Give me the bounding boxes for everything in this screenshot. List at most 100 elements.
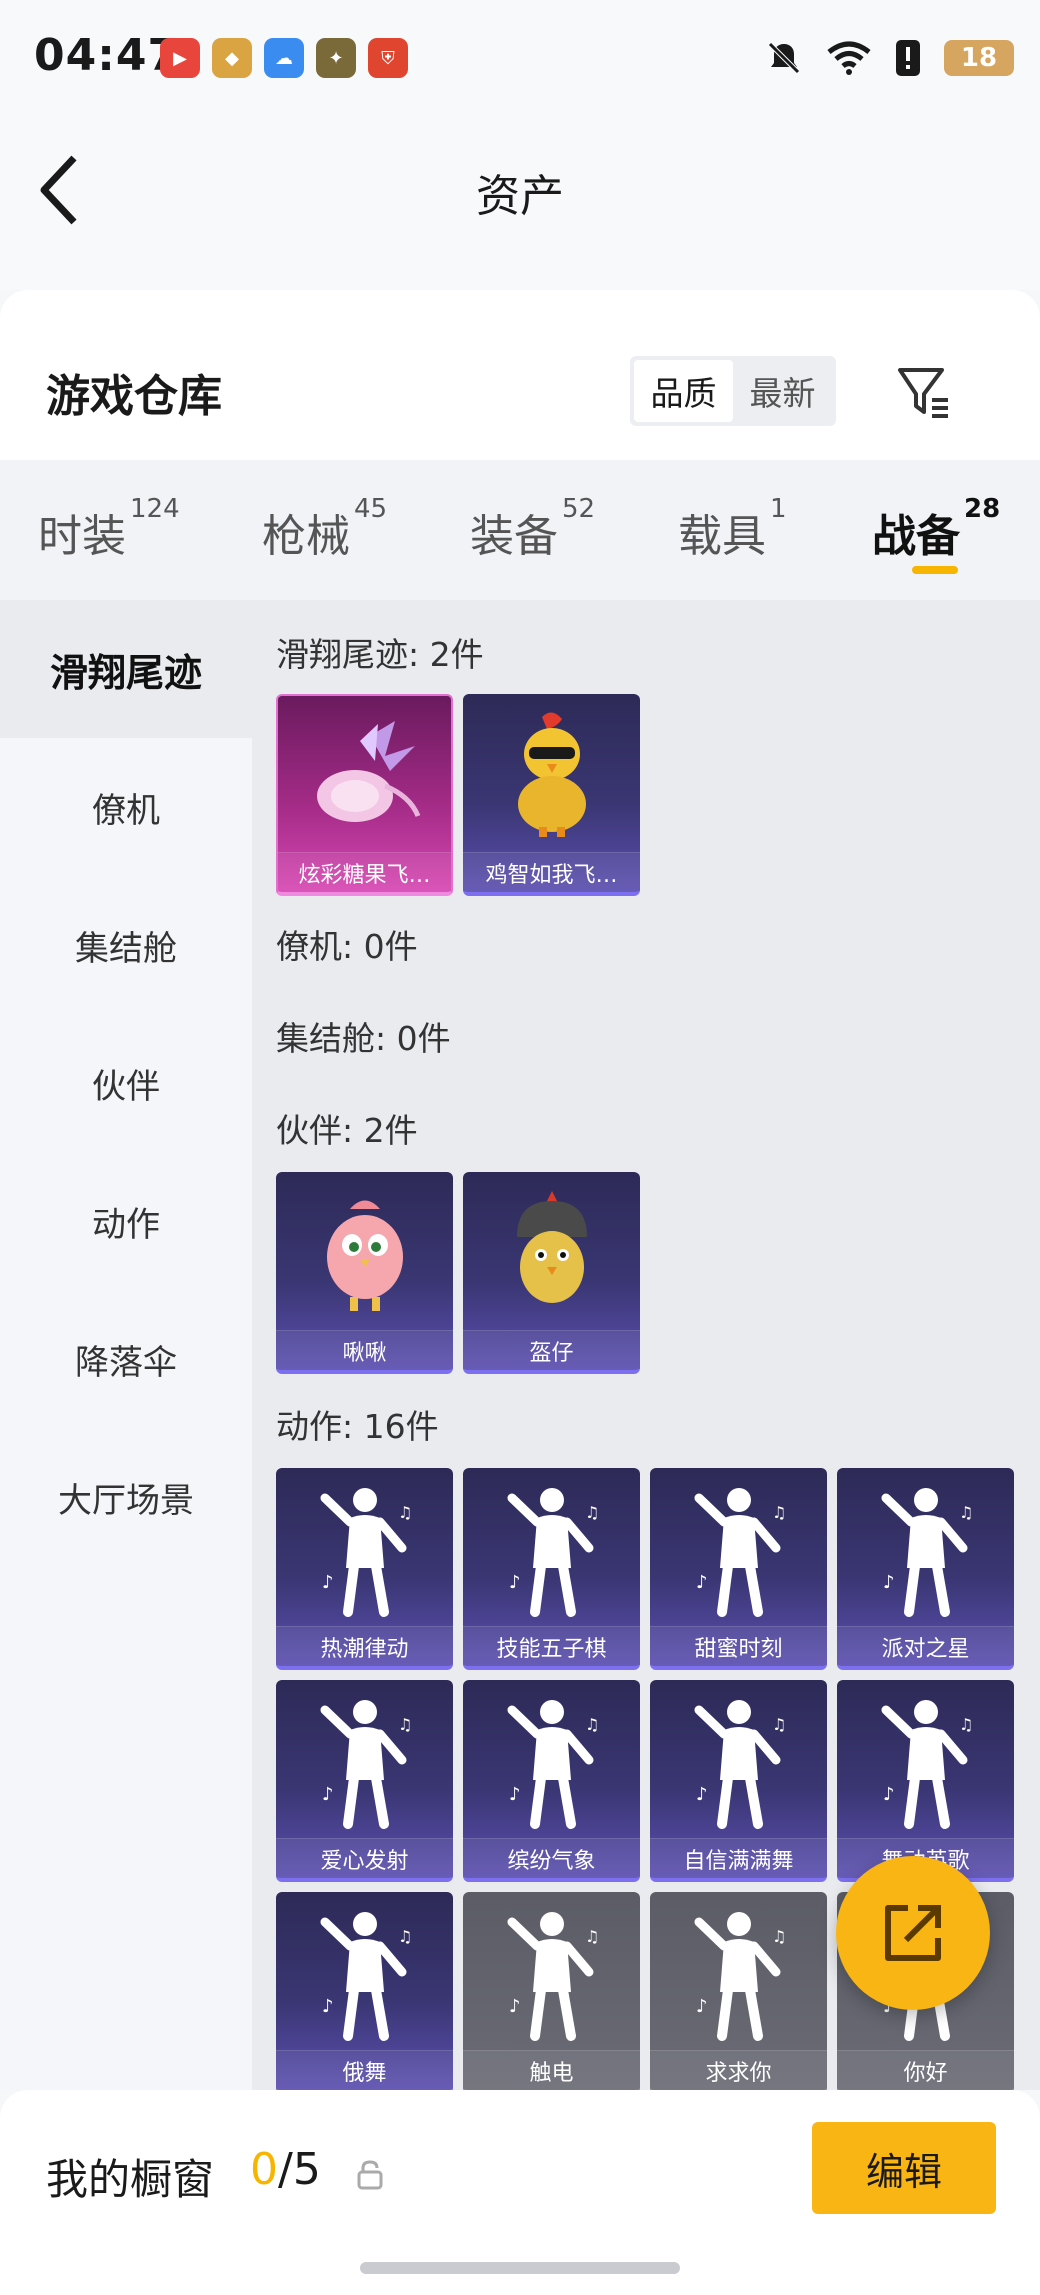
item-card[interactable]: 盔仔 <box>463 1172 640 1374</box>
item-card[interactable]: ♪ ♫ 求求你 <box>650 1892 827 2090</box>
svg-text:♪: ♪ <box>322 1784 334 1805</box>
sidebar-item-wingman[interactable]: 僚机 <box>0 738 252 876</box>
item-card[interactable]: ♪ ♫ 派对之星 <box>837 1468 1014 1670</box>
sort-newest[interactable]: 最新 <box>733 360 832 422</box>
item-card[interactable]: ♪ ♫ 自信满满舞 <box>650 1680 827 1882</box>
home-indicator <box>360 2262 680 2274</box>
tab-equipment[interactable]: 装备52 <box>470 494 595 564</box>
app-header: 资产 <box>0 120 1040 290</box>
status-time: 04:47 <box>34 30 180 81</box>
wifi-icon <box>827 41 871 75</box>
item-name: 热潮律动 <box>276 1626 453 1666</box>
edit-button[interactable]: 编辑 <box>812 2122 996 2214</box>
category-tabs: 时装124 枪械45 装备52 载具1 战备28 <box>0 460 1040 600</box>
svg-text:♪: ♪ <box>509 1784 521 1805</box>
dancer-icon: ♪♫ <box>463 1892 640 2052</box>
dancer-icon: ♪♫ <box>463 1468 640 1628</box>
weather-app-icon: ☁ <box>264 38 304 78</box>
filter-button[interactable] <box>888 356 960 428</box>
item-name: 啾啾 <box>276 1330 453 1370</box>
sort-switch: 品质 最新 <box>630 356 836 426</box>
subcategory-sidebar: 滑翔尾迹 僚机 集结舱 伙伴 动作 降落伞 大厅场景 <box>0 600 252 2090</box>
sort-quality[interactable]: 品质 <box>634 360 733 422</box>
item-name: 爱心发射 <box>276 1838 453 1878</box>
item-card[interactable]: ♪ ♫ 俄舞 <box>276 1892 453 2090</box>
item-name: 派对之星 <box>837 1626 1014 1666</box>
item-card[interactable]: 鸡智如我飞… <box>463 694 640 896</box>
svg-text:♫: ♫ <box>772 1503 786 1522</box>
showcase-label: 我的橱窗 <box>46 2155 215 2204</box>
pubg-app-icon: ✦ <box>316 38 356 78</box>
candy-icon <box>278 696 451 856</box>
dancer-icon: ♪♫ <box>837 1680 1014 1840</box>
game-app-icon: ◆ <box>212 38 252 78</box>
sidebar-item-parachute[interactable]: 降落伞 <box>0 1290 252 1428</box>
dancer-icon: ♪♫ <box>276 1468 453 1628</box>
dancer-icon: ♪♫ <box>463 1680 640 1840</box>
item-card[interactable]: ♪♫舞动英歌 <box>837 1680 1014 1882</box>
lock-icon <box>357 2160 383 2190</box>
item-card[interactable]: ♪ ♫ 触电 <box>463 1892 640 2090</box>
svg-text:♪: ♪ <box>696 1572 708 1593</box>
sidebar-item-emote[interactable]: 动作 <box>0 1152 252 1290</box>
glide-grid: 炫彩糖果飞… 鸡智如我飞… <box>276 694 1036 896</box>
svg-text:♪: ♪ <box>322 1996 334 2017</box>
tab-vehicles[interactable]: 载具1 <box>678 494 787 564</box>
tab-firearms[interactable]: 枪械45 <box>262 494 387 564</box>
partner-grid: 啾啾 盔仔 <box>276 1172 1036 1374</box>
mute-bell-icon <box>768 42 800 74</box>
item-card[interactable]: 啾啾 <box>276 1172 453 1374</box>
item-card[interactable]: ♪ ♫ 热潮律动 <box>276 1468 453 1670</box>
sidebar-item-lobby-scene[interactable]: 大厅场景 <box>0 1428 252 1566</box>
share-button[interactable] <box>836 1856 990 2010</box>
item-card[interactable]: 炫彩糖果飞… <box>276 694 453 896</box>
dancer-icon: ♪♫ <box>650 1468 827 1628</box>
sidebar-item-glide-trail[interactable]: 滑翔尾迹 <box>0 600 252 738</box>
item-name: 自信满满舞 <box>650 1838 827 1878</box>
dancer-icon: ♪♫ <box>276 1892 453 2052</box>
svg-text:♫: ♫ <box>585 1503 599 1522</box>
item-name: 求求你 <box>650 2050 827 2090</box>
svg-text:♪: ♪ <box>883 1572 895 1593</box>
warehouse-title: 游戏仓库 <box>46 371 222 422</box>
svg-text:♫: ♫ <box>772 1927 786 1946</box>
dancer-icon: ♪♫ <box>276 1680 453 1840</box>
item-name: 盔仔 <box>463 1330 640 1370</box>
svg-text:♫: ♫ <box>959 1503 973 1522</box>
item-name: 你好 <box>837 2050 1014 2090</box>
dancer-icon: ♪♫ <box>650 1892 827 2052</box>
section-title-glide: 滑翔尾迹: 2件 <box>276 635 484 674</box>
svg-text:♪: ♪ <box>883 1784 895 1805</box>
svg-text:♪: ♪ <box>696 1996 708 2017</box>
svg-text:♫: ♫ <box>585 1927 599 1946</box>
svg-text:♫: ♫ <box>398 1503 412 1522</box>
battery-icon: 18 <box>944 40 1014 76</box>
video-app-icon: ▶ <box>160 38 200 78</box>
svg-text:♪: ♪ <box>696 1784 708 1805</box>
section-title-wingman: 僚机: 0件 <box>276 927 418 966</box>
share-external-icon <box>885 1905 941 1961</box>
sidebar-item-pod[interactable]: 集结舱 <box>0 876 252 1014</box>
svg-text:♫: ♫ <box>959 1715 973 1734</box>
warehouse-header: 游戏仓库 品质 最新 <box>0 290 1040 460</box>
security-app-icon: ⛨ <box>368 38 408 78</box>
status-bar: 04:47 ▶ ◆ ☁ ✦ ⛨ 18 <box>0 0 1040 120</box>
item-card[interactable]: ♪ ♫ 爱心发射 <box>276 1680 453 1882</box>
svg-text:♫: ♫ <box>772 1715 786 1734</box>
item-card[interactable]: ♪ ♫ 甜蜜时刻 <box>650 1468 827 1670</box>
active-tab-indicator <box>912 566 958 574</box>
item-card[interactable]: ♪ ♫ 技能五子棋 <box>463 1468 640 1670</box>
svg-text:♫: ♫ <box>398 1927 412 1946</box>
tab-fashion[interactable]: 时装124 <box>38 494 180 564</box>
showcase-bar: 我的橱窗 0/5 编辑 <box>0 2090 1040 2295</box>
alert-icon <box>896 40 920 76</box>
section-title-partner: 伙伴: 2件 <box>276 1111 418 1150</box>
showcase-count: 0/5 <box>250 2144 321 2195</box>
svg-text:♪: ♪ <box>322 1572 334 1593</box>
page-title: 资产 <box>476 171 564 222</box>
item-card[interactable]: ♪ ♫ 缤纷气象 <box>463 1680 640 1882</box>
item-name: 俄舞 <box>276 2050 453 2090</box>
svg-text:♫: ♫ <box>398 1715 412 1734</box>
sidebar-item-partner[interactable]: 伙伴 <box>0 1014 252 1152</box>
tab-readiness[interactable]: 战备28 <box>872 494 1000 564</box>
